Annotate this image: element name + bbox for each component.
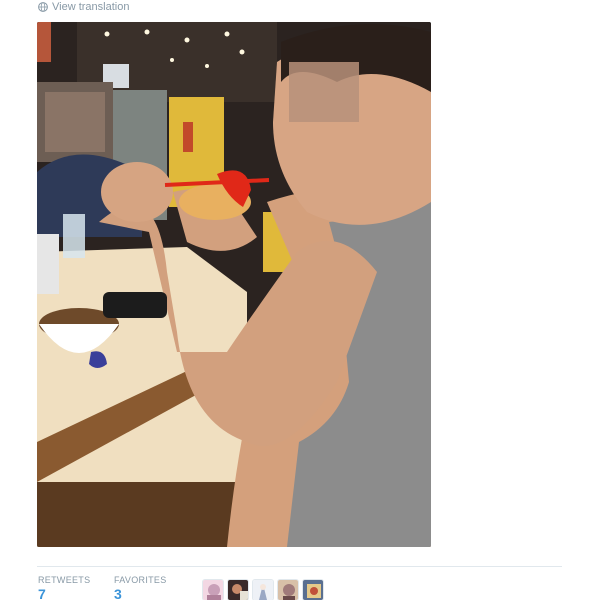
retweets-count: 7 <box>38 586 46 600</box>
avatar-image <box>303 580 323 600</box>
avatar[interactable] <box>202 579 224 600</box>
favorites-stat[interactable]: FAVORITES 3 <box>114 575 167 600</box>
view-translation-label: View translation <box>52 1 130 13</box>
favorites-count: 3 <box>114 586 122 600</box>
avatar-image <box>253 580 273 600</box>
tweet-stats: RETWEETS 7 FAVORITES 3 <box>37 566 562 600</box>
retweets-label: RETWEETS <box>38 575 91 585</box>
retweets-stat[interactable]: RETWEETS 7 <box>38 575 90 600</box>
avatar-image <box>203 580 223 600</box>
avatar[interactable] <box>302 579 324 600</box>
avatar-image <box>278 580 298 600</box>
avatar[interactable] <box>252 579 274 600</box>
photo-illustration <box>37 22 431 547</box>
tweet-photo[interactable] <box>37 22 431 547</box>
favoriter-avatars <box>202 579 324 600</box>
view-translation-link[interactable]: View translation <box>38 0 129 14</box>
avatar[interactable] <box>227 579 249 600</box>
favorites-label: FAVORITES <box>114 575 167 585</box>
globe-icon <box>38 2 48 12</box>
avatar-image <box>228 580 248 600</box>
avatar[interactable] <box>277 579 299 600</box>
